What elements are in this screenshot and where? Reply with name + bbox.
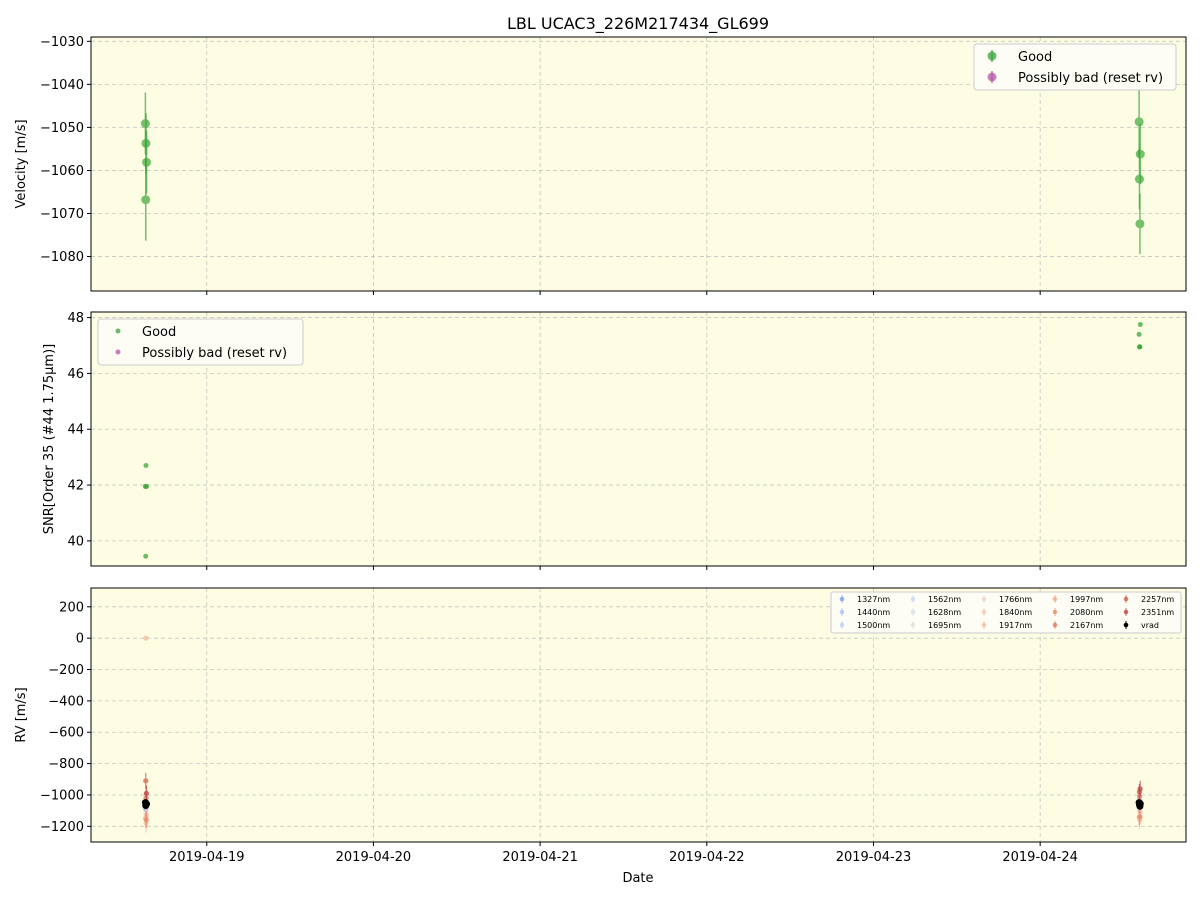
- snr-y-label: SNR[Order 35 (#44 1.75μm)]: [42, 344, 57, 535]
- y-tick-label: −1050: [40, 121, 84, 136]
- rv-marker: [143, 790, 150, 796]
- snr-point: [143, 553, 149, 559]
- rv-point: [143, 635, 149, 641]
- legend-series-label: 1997nm: [1070, 595, 1103, 604]
- legend-series-marker: [910, 622, 916, 628]
- velocity-panel: −1030 −1040 −1050 −1060 −1070 −1080 Velocity …: [14, 35, 1187, 295]
- y-tick-label: 48: [67, 311, 84, 326]
- legend-snr-good-label: Good: [142, 325, 176, 340]
- y-tick-label: 200: [59, 600, 84, 615]
- legend-series-label: 2167nm: [1070, 621, 1103, 630]
- snr-point: [1137, 344, 1143, 350]
- legend-series-label: 1695nm: [928, 621, 961, 630]
- y-tick-label: −1000: [40, 788, 84, 803]
- rv-marker: [1137, 814, 1143, 820]
- legend-series-label: 1840nm: [999, 608, 1032, 617]
- y-tick-label: −200: [48, 663, 84, 678]
- legend-series-marker: [1123, 596, 1129, 602]
- rv-marker: [1137, 786, 1143, 792]
- legend-series-label: 1500nm: [857, 621, 890, 630]
- legend-bad-marker: [987, 72, 997, 82]
- rv-point: [1136, 802, 1144, 810]
- rv-marker: [1136, 802, 1144, 810]
- snr-panel: 40 42 44 46 48 SNR[Order 35 (#44 1.75μm)] Go…: [42, 311, 1187, 570]
- legend-series-marker: [839, 622, 845, 628]
- rv-marker: [143, 635, 149, 641]
- x-tick-label: 2019-04-22: [669, 850, 745, 865]
- y-tick-label: 40: [67, 534, 84, 549]
- rv-marker: [143, 778, 149, 784]
- legend-series-marker: [910, 596, 916, 602]
- y-tick-label: −600: [48, 726, 84, 741]
- legend-series-marker: [1052, 609, 1058, 615]
- figure: LBL UCAC3_226M217434_GL699 −1030−1040−10…: [14, 14, 1187, 886]
- legend-snr-bad-marker: [115, 349, 121, 355]
- y-tick-label: 46: [67, 367, 84, 382]
- legend-series-label: 1917nm: [999, 621, 1032, 630]
- legend-series-label: vrad: [1141, 621, 1159, 630]
- snr-point: [144, 483, 150, 489]
- legend-series-marker: [981, 596, 987, 602]
- y-tick-label: −1070: [40, 207, 84, 222]
- legend-series-marker: [1123, 609, 1129, 615]
- rv-marker: [143, 817, 149, 823]
- velocity-y-label: Velocity [m/s]: [14, 119, 29, 208]
- snr-point: [143, 463, 149, 469]
- legend-series-marker: [981, 609, 987, 615]
- velocity-marker: [1134, 174, 1144, 184]
- legend-series-label: 1628nm: [928, 608, 961, 617]
- snr-point: [1136, 331, 1142, 337]
- y-tick-label: 42: [67, 479, 84, 494]
- rv-marker: [143, 800, 151, 808]
- x-tick-label: 2019-04-24: [1002, 850, 1078, 865]
- legend-snr-good-marker: [115, 328, 121, 334]
- legend-series-marker: [1052, 622, 1058, 628]
- y-tick-label: −1030: [40, 35, 84, 50]
- y-tick-label: −1200: [40, 820, 84, 835]
- legend-series-marker: [981, 622, 987, 628]
- legend-series-marker: [839, 596, 845, 602]
- legend-series-label: 2080nm: [1070, 608, 1103, 617]
- velocity-legend: Good Possibly bad (reset rv): [973, 43, 1177, 91]
- x-axis-label: Date: [622, 871, 653, 886]
- rv-point: [143, 800, 151, 808]
- y-tick-label: −1040: [40, 78, 84, 93]
- x-tick-label: 2019-04-23: [836, 850, 912, 865]
- y-tick-label: 0: [76, 632, 84, 647]
- legend-bad-label: Possibly bad (reset rv): [1018, 71, 1163, 86]
- velocity-marker: [142, 157, 152, 167]
- rv-y-label: RV [m/s]: [14, 687, 29, 742]
- legend-series-marker: [1123, 622, 1129, 628]
- snr-legend: Good Possibly bad (reset rv): [97, 318, 304, 366]
- velocity-marker: [1134, 117, 1144, 127]
- legend-series-marker: [839, 609, 845, 615]
- x-tick-label: 2019-04-19: [169, 850, 245, 865]
- y-tick-label: −400: [48, 694, 84, 709]
- velocity-marker: [141, 195, 151, 205]
- legend-series-label: 1327nm: [857, 595, 890, 604]
- rv-panel: 200 0 −200 −400 −600 −800 −1000 −1200 2019-04-1…: [14, 587, 1187, 886]
- legend-good-marker: [987, 51, 997, 61]
- y-tick-label: −1080: [40, 250, 84, 265]
- snr-point: [1137, 322, 1143, 328]
- legend-good-label: Good: [1018, 50, 1052, 65]
- legend-series-label: 1766nm: [999, 595, 1032, 604]
- legend-series-label: 1562nm: [928, 595, 961, 604]
- y-tick-label: −1060: [40, 164, 84, 179]
- x-tick-label: 2019-04-21: [502, 850, 578, 865]
- rv-legend: 1327nm 1440nm 1500nm 1562nm 1628nm 1695nm 1766…: [830, 591, 1182, 634]
- velocity-marker: [1135, 149, 1145, 159]
- velocity-marker: [1135, 219, 1145, 229]
- legend-series-label: 2257nm: [1141, 595, 1174, 604]
- x-tick-label: 2019-04-20: [336, 850, 412, 865]
- y-tick-label: 44: [67, 423, 84, 438]
- legend-series-label: 1440nm: [857, 608, 890, 617]
- chart-title: LBL UCAC3_226M217434_GL699: [507, 14, 769, 34]
- legend-series-marker: [1052, 596, 1058, 602]
- legend-snr-bad-label: Possibly bad (reset rv): [142, 346, 287, 361]
- legend-series-label: 2351nm: [1141, 608, 1174, 617]
- legend-series-marker: [910, 609, 916, 615]
- y-tick-label: −800: [48, 757, 84, 772]
